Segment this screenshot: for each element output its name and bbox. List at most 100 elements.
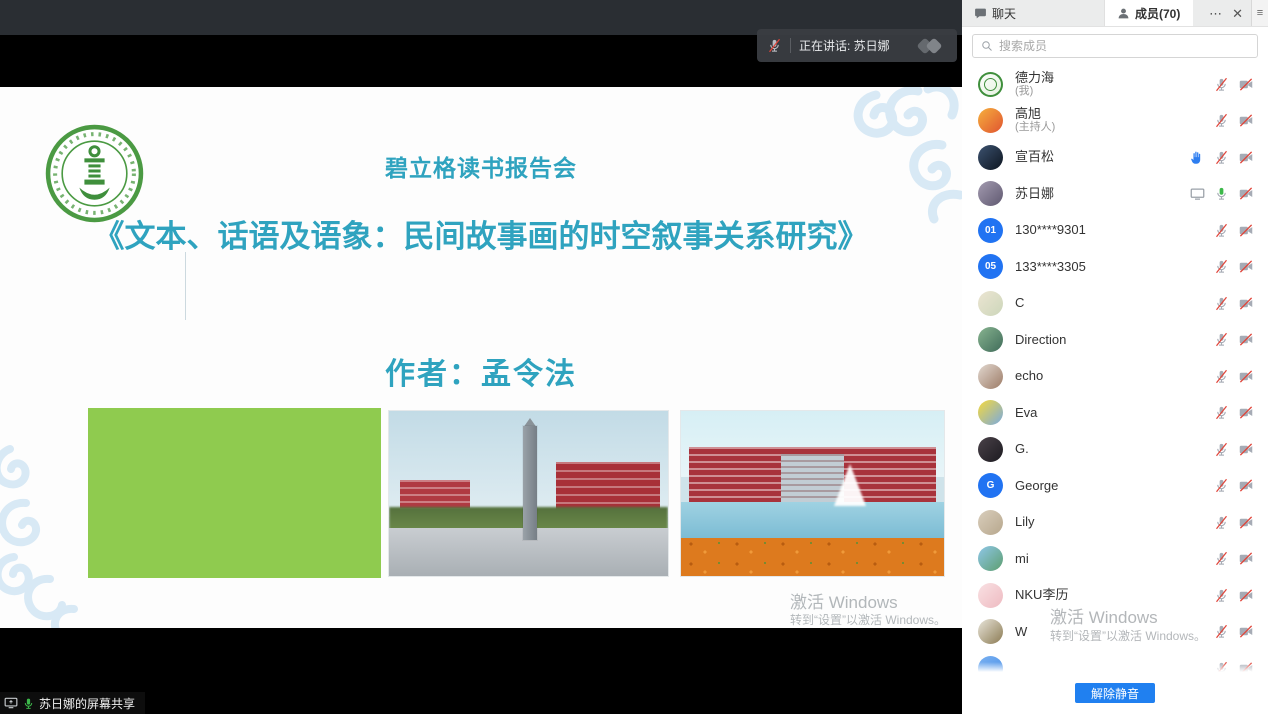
- member-row[interactable]: G George: [962, 468, 1268, 505]
- member-list[interactable]: 德力海 (我): [962, 60, 1268, 672]
- meeting-app-logo-icon: [917, 37, 947, 55]
- avatar: [978, 72, 1003, 97]
- speaking-label: 正在讲话: 苏日娜: [799, 37, 890, 54]
- campus-monument-photo: [388, 410, 669, 577]
- mic-status-icon[interactable]: [1214, 332, 1229, 347]
- member-row[interactable]: 01 130****9301: [962, 212, 1268, 249]
- member-row[interactable]: W: [962, 614, 1268, 651]
- member-row[interactable]: NKU李历: [962, 577, 1268, 614]
- screen-share-icon: [4, 696, 18, 710]
- member-name-block: C: [1015, 296, 1024, 310]
- mic-status-icon[interactable]: [1214, 624, 1229, 639]
- camera-off-icon[interactable]: [1238, 588, 1254, 603]
- avatar: [978, 181, 1003, 206]
- avatar: 01: [978, 218, 1003, 243]
- avatar: [978, 364, 1003, 389]
- camera-off-icon[interactable]: [1238, 186, 1254, 201]
- member-row[interactable]: mi: [962, 541, 1268, 578]
- mic-status-icon[interactable]: [1214, 478, 1229, 493]
- search-input[interactable]: [999, 39, 1249, 53]
- divider: [790, 38, 791, 53]
- members-icon: [1117, 7, 1130, 20]
- mic-status-icon[interactable]: [1214, 150, 1229, 165]
- mic-status-icon[interactable]: [1214, 186, 1229, 201]
- camera-off-icon[interactable]: [1238, 624, 1254, 639]
- camera-off-icon[interactable]: [1238, 77, 1254, 92]
- member-row[interactable]: 05 133****3305: [962, 249, 1268, 286]
- mic-status-icon[interactable]: [1214, 442, 1229, 457]
- member-name: 宣百松: [1015, 150, 1054, 164]
- camera-off-icon[interactable]: [1238, 405, 1254, 420]
- camera-off-icon[interactable]: [1238, 369, 1254, 384]
- members-panel: 聊天 成员(70) ⋯ ✕ ≡ 德力: [962, 0, 1268, 714]
- member-status-icons: [1214, 369, 1254, 384]
- member-row[interactable]: 德力海 (我): [962, 66, 1268, 103]
- camera-off-icon[interactable]: [1238, 296, 1254, 311]
- member-name: 高旭: [1015, 107, 1055, 121]
- member-name: NKU李历: [1015, 588, 1068, 602]
- member-name: W: [1015, 625, 1027, 639]
- tab-members[interactable]: 成员(70): [1105, 0, 1193, 26]
- camera-off-icon[interactable]: [1238, 442, 1254, 457]
- mic-on-icon: [22, 697, 35, 710]
- mic-status-icon[interactable]: [1214, 588, 1229, 603]
- avatar: [978, 108, 1003, 133]
- member-row[interactable]: 苏日娜: [962, 176, 1268, 213]
- member-row[interactable]: Eva: [962, 395, 1268, 432]
- member-status-icons: [1214, 624, 1254, 639]
- member-status-icons: [1214, 588, 1254, 603]
- mic-status-icon[interactable]: [1214, 77, 1229, 92]
- mic-status-icon[interactable]: [1214, 551, 1229, 566]
- member-status-icons: [1214, 551, 1254, 566]
- cloud-ornament-bottom-left: [0, 439, 94, 628]
- windows-activation-watermark: 激活 Windows 转到“设置”以激活 Windows。: [790, 592, 946, 628]
- mic-status-icon[interactable]: [1214, 113, 1229, 128]
- camera-off-icon[interactable]: [1238, 515, 1254, 530]
- camera-off-icon[interactable]: [1238, 223, 1254, 238]
- close-panel-button[interactable]: ✕: [1232, 7, 1243, 20]
- mic-status-icon[interactable]: [1214, 223, 1229, 238]
- member-status-icons: [1214, 259, 1254, 274]
- member-name-block: 德力海 (我): [1015, 71, 1054, 98]
- speaking-indicator: 正在讲话: 苏日娜: [757, 29, 957, 62]
- tab-members-label: 成员(70): [1135, 5, 1180, 22]
- member-name-block: 苏日娜: [1015, 187, 1054, 201]
- member-role-label: (我): [1015, 85, 1054, 98]
- member-name: mi: [1015, 552, 1029, 566]
- member-row[interactable]: echo: [962, 358, 1268, 395]
- unmute-button[interactable]: 解除静音: [1075, 683, 1155, 703]
- panel-header: 聊天 成员(70) ⋯ ✕ ≡: [962, 0, 1268, 27]
- tab-chat-label: 聊天: [992, 5, 1016, 22]
- mic-status-icon[interactable]: [1214, 259, 1229, 274]
- member-name: Direction: [1015, 333, 1066, 347]
- member-row[interactable]: G.: [962, 431, 1268, 468]
- camera-off-icon[interactable]: [1238, 551, 1254, 566]
- camera-off-icon[interactable]: [1238, 259, 1254, 274]
- avatar: [978, 291, 1003, 316]
- member-status-icons: [1214, 296, 1254, 311]
- mic-status-icon[interactable]: [1214, 405, 1229, 420]
- member-name: C: [1015, 296, 1024, 310]
- mic-status-icon[interactable]: [1214, 296, 1229, 311]
- search-icon: [981, 40, 993, 52]
- more-options-button[interactable]: ⋯: [1209, 7, 1222, 20]
- camera-off-icon[interactable]: [1238, 332, 1254, 347]
- tab-chat[interactable]: 聊天: [962, 0, 1105, 26]
- member-row[interactable]: Lily: [962, 504, 1268, 541]
- slide-title: 碧立格读书报告会: [0, 149, 962, 183]
- member-row[interactable]: C: [962, 285, 1268, 322]
- member-row[interactable]: 高旭 (主持人): [962, 103, 1268, 140]
- mic-status-icon[interactable]: [1214, 515, 1229, 530]
- campus-building-photo: [680, 410, 945, 577]
- camera-off-icon[interactable]: [1238, 113, 1254, 128]
- member-status-icons: [1214, 113, 1254, 128]
- camera-off-icon[interactable]: [1238, 478, 1254, 493]
- member-name-block: 宣百松: [1015, 150, 1054, 164]
- member-search-box[interactable]: [972, 34, 1258, 58]
- mic-status-icon[interactable]: [1214, 369, 1229, 384]
- member-row[interactable]: 宣百松: [962, 139, 1268, 176]
- member-name-block: G.: [1015, 442, 1029, 456]
- panel-menu-button[interactable]: ≡: [1251, 0, 1268, 26]
- member-row[interactable]: Direction: [962, 322, 1268, 359]
- camera-off-icon[interactable]: [1238, 150, 1254, 165]
